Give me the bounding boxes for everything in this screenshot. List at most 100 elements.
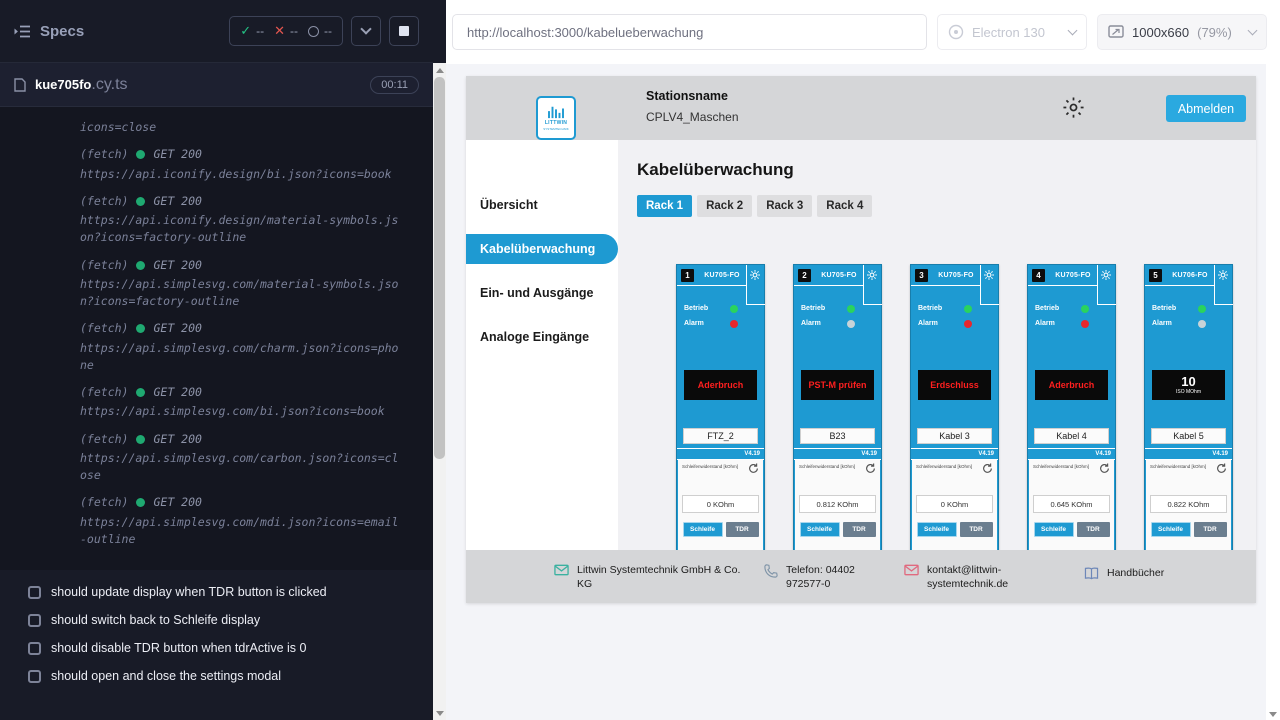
measurement-value: 0 KOhm [916, 495, 993, 513]
device-settings-button[interactable] [867, 270, 877, 280]
schleife-button[interactable]: Schleife [1034, 522, 1074, 537]
footer-manuals-link[interactable]: Handbücher [1084, 566, 1164, 580]
tdr-button[interactable]: TDR [1194, 522, 1227, 537]
collapse-runner-button[interactable] [351, 16, 381, 46]
device-settings-button[interactable] [1101, 270, 1111, 280]
refresh-button[interactable] [1099, 463, 1110, 474]
sidebar-item[interactable]: Übersicht [466, 190, 618, 220]
tdr-button[interactable]: TDR [843, 522, 876, 537]
schleife-button[interactable]: Schleife [1151, 522, 1191, 537]
divider [980, 304, 999, 305]
stop-tests-button[interactable] [389, 16, 419, 46]
rack-tab[interactable]: Rack 1 [637, 195, 692, 217]
status-dot-icon [136, 388, 145, 397]
divider [863, 304, 882, 305]
schleife-button[interactable]: Schleife [683, 522, 723, 537]
app-stage: LITTWIN SYSTEMTECHNIK Stationsname CPLV4… [446, 64, 1266, 720]
sidebar-item[interactable]: Analoge Eingänge [466, 322, 618, 352]
passed-count: -- [256, 24, 264, 38]
device-settings-button[interactable] [984, 270, 994, 280]
status-display: Aderbruch [684, 370, 757, 400]
arrow-down-icon[interactable] [1269, 712, 1277, 717]
divider [1214, 304, 1233, 305]
cable-name-field[interactable]: FTZ_2 [683, 428, 758, 444]
test-row[interactable]: should update display when TDR button is… [0, 578, 433, 606]
refresh-icon [1216, 463, 1227, 474]
app-under-test: LITTWIN SYSTEMTECHNIK Stationsname CPLV4… [466, 76, 1256, 603]
station-name: CPLV4_Maschen [646, 110, 739, 124]
refresh-button[interactable] [1216, 463, 1227, 474]
rack-tab[interactable]: Rack 2 [697, 195, 752, 217]
test-title: should disable TDR button when tdrActive… [51, 641, 306, 655]
status-dot-icon [136, 150, 145, 159]
electron-icon [948, 24, 964, 40]
device-card: 3 KÜ705-FO [910, 264, 999, 550]
device-settings-button[interactable] [750, 270, 760, 280]
test-row[interactable]: should disable TDR button when tdrActive… [0, 634, 433, 662]
sidebar-item[interactable]: Kabelüberwachung [466, 234, 618, 264]
chevron-down-icon [1068, 26, 1078, 36]
status-display: PST-M prüfen [801, 370, 874, 400]
refresh-button[interactable] [865, 463, 876, 474]
scrollbar-track[interactable] [433, 77, 446, 706]
slot-number: 3 [915, 269, 928, 282]
viewport-selector[interactable]: 1000x660 (79%) [1097, 14, 1267, 50]
tdr-button[interactable]: TDR [960, 522, 993, 537]
scrollbar-thumb[interactable] [434, 77, 445, 459]
tdr-button[interactable]: TDR [726, 522, 759, 537]
inner-scrollbar-gutter [1266, 64, 1280, 720]
specs-menu-button[interactable]: Specs [14, 23, 84, 40]
alarm-led [964, 320, 972, 328]
schleife-button[interactable]: Schleife [917, 522, 957, 537]
slot-number: 1 [681, 269, 694, 282]
footer-email[interactable]: kontakt@littwin-systemtechnik.de [904, 563, 1021, 591]
test-state-icon [28, 670, 41, 683]
url-input[interactable]: http://localhost:3000/kabelueberwachung [452, 14, 927, 50]
footer-company[interactable]: Littwin Systemtechnik GmbH & Co. KG [554, 563, 752, 591]
status-text: Aderbruch [1049, 380, 1095, 390]
sidebar-item[interactable]: Ein- und Ausgänge [466, 278, 618, 308]
alarm-label: Alarm [684, 320, 730, 327]
status-dot-icon [136, 261, 145, 270]
test-row[interactable]: should switch back to Schleife display [0, 606, 433, 634]
tdr-button[interactable]: TDR [1077, 522, 1110, 537]
firmware-version: V4.19 [677, 448, 764, 460]
rack-tab[interactable]: Rack 4 [817, 195, 872, 217]
test-title: should open and close the settings modal [51, 669, 281, 683]
rack-tab[interactable]: Rack 3 [757, 195, 812, 217]
status-text: 10 [1181, 375, 1195, 390]
device-settings-button[interactable] [1218, 270, 1228, 280]
alarm-label: Alarm [1152, 320, 1198, 327]
gear-icon [1101, 270, 1111, 280]
cable-name-field[interactable]: Kabel 5 [1151, 428, 1226, 444]
cable-name-field[interactable]: Kabel 4 [1034, 428, 1109, 444]
test-row[interactable]: should open and close the settings modal [0, 662, 433, 690]
schleife-button[interactable]: Schleife [800, 522, 840, 537]
gear-icon [1062, 96, 1085, 119]
passed-icon: ✓ [240, 23, 251, 39]
firmware-version: V4.19 [1028, 448, 1115, 460]
scrollbar-cap [433, 0, 446, 63]
app-header: LITTWIN SYSTEMTECHNIK Stationsname CPLV4… [466, 76, 1256, 140]
cable-name-field[interactable]: Kabel 3 [917, 428, 992, 444]
cable-name-field[interactable]: B23 [800, 428, 875, 444]
scroll-down-button[interactable] [433, 706, 446, 720]
request-url: https://api.simplesvg.com/bi.json?icons=… [80, 403, 403, 420]
url-text: http://localhost:3000/kabelueberwachung [467, 25, 703, 40]
http-status: GET 200 [153, 494, 201, 511]
test-state-icon [28, 642, 41, 655]
refresh-button[interactable] [748, 463, 759, 474]
measurement-panel: Schleifenwiderstand [kOhm] 0.812 KOhm Sc… [795, 460, 880, 550]
spec-file-header: kue705fo.cy.ts 00:11 [0, 63, 433, 107]
refresh-button[interactable] [982, 463, 993, 474]
logo-skyline-icon [546, 105, 566, 119]
test-stats: ✓-- ✕-- -- [229, 16, 343, 46]
footer-phone[interactable]: Telefon: 04402 972577-0 [764, 563, 894, 591]
runner-topbar: Specs ✓-- ✕-- -- [0, 0, 433, 63]
chevron-down-icon [1248, 26, 1258, 36]
browser-selector[interactable]: Electron 130 [937, 14, 1087, 50]
betrieb-led [1198, 305, 1206, 313]
logout-button[interactable]: Abmelden [1166, 95, 1246, 122]
settings-button[interactable] [1062, 96, 1085, 124]
scroll-up-button[interactable] [433, 63, 446, 77]
